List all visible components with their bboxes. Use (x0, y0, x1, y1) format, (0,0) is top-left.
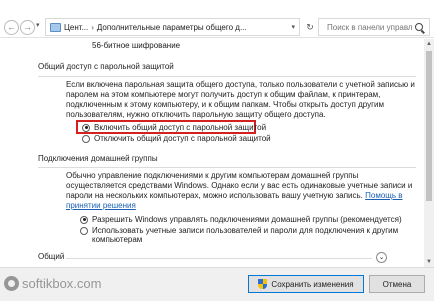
section-divider (38, 76, 416, 77)
disable-password-sharing-label[interactable]: Отключить общий доступ с парольной защит… (94, 134, 271, 143)
breadcrumb-item-center[interactable]: Цент... (64, 23, 88, 32)
enable-password-sharing-label[interactable]: Включить общий доступ с парольной защито… (94, 123, 266, 132)
homegroup-description-line-3: пароли на нескольких компьютерах, можно … (66, 191, 403, 201)
windows-manage-homegroup-option[interactable]: Разрешить Windows управлять подключениям… (80, 215, 402, 224)
use-accounts-radio[interactable] (80, 226, 88, 235)
arrow-right-icon: → (23, 22, 32, 32)
password-sharing-description-line-4: пользователям, нужно отключить парольную… (66, 110, 326, 119)
help-link[interactable]: Помощь в (365, 191, 402, 200)
scrollbar-thumb[interactable] (426, 51, 432, 201)
refresh-icon: ↻ (306, 22, 314, 32)
password-sharing-description-line-1: Если включена парольная защита общего до… (66, 80, 415, 89)
cancel-button[interactable]: Отмена (369, 275, 425, 293)
disable-password-sharing-radio[interactable] (82, 134, 90, 143)
scroll-down-icon[interactable]: ▼ (424, 257, 434, 267)
uac-shield-icon (258, 279, 268, 289)
password-sharing-description-line-3: подключенным к этому компьютеру, и к общ… (66, 100, 384, 109)
disable-password-sharing-option[interactable]: Отключить общий доступ с парольной защит… (82, 134, 271, 143)
path-dropdown-icon[interactable]: ▾ (291, 23, 295, 31)
homegroup-section-title: Подключения домашней группы (38, 154, 158, 163)
enable-password-sharing-radio[interactable] (82, 123, 90, 132)
homegroup-description-line-1: Обычно управление подключениями к другим… (66, 171, 359, 180)
general-section-title: Общий (38, 252, 65, 261)
chevron-down-icon: ⌄ (378, 254, 385, 261)
enable-password-sharing-option[interactable]: Включить общий доступ с парольной защито… (82, 123, 266, 132)
homegroup-description-line-3-text: пароли на нескольких компьютерах, можно … (66, 191, 363, 200)
control-panel-folder-icon (50, 22, 61, 32)
search-box[interactable] (318, 18, 430, 36)
password-sharing-description-line-2: паролем на этом компьютере могут получит… (66, 90, 381, 99)
save-button-label: Сохранить изменения (271, 279, 354, 289)
arrow-left-icon: ← (7, 22, 16, 32)
watermark-text: softikbox.com (22, 276, 102, 291)
windows-manage-homegroup-label[interactable]: Разрешить Windows управлять подключениям… (92, 215, 402, 224)
help-link-text[interactable]: принятии решения (66, 201, 136, 210)
save-button[interactable]: Сохранить изменения (248, 275, 364, 293)
refresh-button[interactable]: ↻ (303, 18, 317, 36)
breadcrumb-item-advanced-sharing[interactable]: Дополнительные параметры общего д... (97, 23, 247, 32)
homegroup-description-line-2: осуществляется средствами Windows. Однак… (66, 181, 413, 190)
section-divider (66, 258, 372, 259)
scroll-up-icon[interactable]: ▲ (424, 39, 434, 49)
use-accounts-option[interactable]: Использовать учетные записи пользователе… (80, 226, 398, 235)
search-icon[interactable] (415, 23, 423, 31)
history-dropdown-icon[interactable]: ▾ (36, 21, 40, 29)
windows-manage-homegroup-radio[interactable] (80, 215, 88, 224)
vertical-scrollbar[interactable]: ▲ ▼ (424, 39, 434, 267)
section-divider (38, 167, 416, 168)
expand-general-button[interactable]: ⌄ (376, 252, 387, 263)
watermark: softikbox.com (4, 276, 101, 291)
settings-content: 56-битное шифрование Общий доступ с паро… (0, 39, 424, 267)
address-bar: ← → ▾ Цент... › Дополнительные параметры… (0, 0, 434, 38)
cancel-button-label: Отмена (382, 279, 412, 289)
breadcrumb-separator-icon[interactable]: › (91, 23, 94, 32)
use-accounts-label[interactable]: Использовать учетные записи пользователе… (92, 226, 398, 235)
help-link-continuation[interactable]: принятии решения (66, 201, 136, 211)
forward-button[interactable]: → (20, 20, 35, 35)
back-button[interactable]: ← (4, 20, 19, 35)
encryption-option-label: 56-битное шифрование (92, 41, 181, 50)
password-sharing-section-title: Общий доступ с парольной защитой (38, 62, 174, 71)
breadcrumb[interactable]: Цент... › Дополнительные параметры общег… (45, 18, 300, 36)
use-accounts-label-continuation[interactable]: компьютерам (92, 235, 142, 245)
watermark-logo-icon (4, 276, 19, 291)
search-input[interactable] (319, 22, 413, 32)
